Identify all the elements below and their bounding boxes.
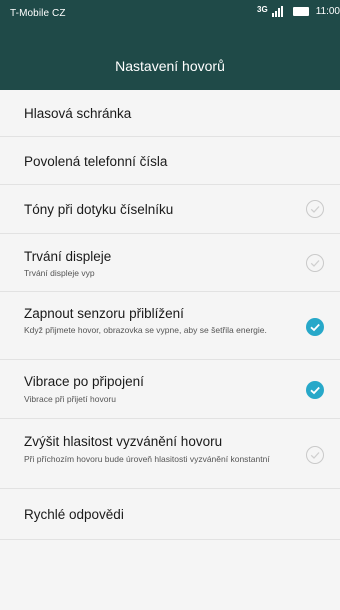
setting-title: Zapnout senzoru přiblížení [24, 306, 184, 321]
checkbox-proximity-sensor[interactable] [306, 318, 324, 336]
setting-vibrate-on-connect[interactable]: Vibrace po připojení Vibrace při přijetí… [0, 360, 340, 419]
setting-quick-responses[interactable]: Rychlé odpovědi [0, 489, 340, 540]
setting-subtitle: Trvání displeje vyp [24, 268, 95, 278]
setting-title: Zvýšit hlasitost vyzvánění hovoru [24, 434, 223, 449]
settings-list: Hlasová schránka Povolená telefonní čísl… [0, 90, 340, 540]
setting-title: Tóny při dotyku číselníku [24, 202, 174, 217]
checkbox-increasing-ringtone[interactable] [306, 446, 324, 464]
signal-icon [271, 6, 283, 17]
app-bar: Nastavení hovorů [0, 26, 340, 90]
setting-voicemail[interactable]: Hlasová schránka [0, 90, 340, 137]
setting-subtitle: Když přijmete hovor, obrazovka se vypne,… [24, 325, 267, 335]
checkbox-dialpad-tones[interactable] [306, 200, 324, 218]
battery-icon [292, 7, 309, 16]
setting-subtitle: Vibrace při přijetí hovoru [24, 394, 116, 404]
call-settings-screen: T-Mobile CZ 3G 11:00 Nastavení hovorů Hl… [0, 0, 340, 610]
checkbox-vibrate-on-connect[interactable] [306, 381, 324, 399]
check-icon [310, 260, 320, 267]
status-icons: 3G 11:00 [257, 5, 340, 17]
check-icon [310, 386, 320, 395]
check-icon [310, 206, 320, 213]
carrier-name: T-Mobile CZ [10, 8, 66, 19]
setting-proximity-sensor[interactable]: Zapnout senzoru přiblížení Když přijmete… [0, 292, 340, 360]
status-bar: T-Mobile CZ 3G 11:00 [0, 0, 340, 26]
check-icon [310, 452, 320, 459]
check-icon [310, 323, 320, 332]
setting-subtitle: Při příchozím hovoru bude úroveň hlasito… [24, 454, 270, 464]
setting-screen-timeout[interactable]: Trvání displeje Trvání displeje vyp [0, 234, 340, 292]
network-type: 3G [257, 5, 268, 14]
setting-title: Trvání displeje [24, 249, 112, 264]
setting-dialpad-tones[interactable]: Tóny při dotyku číselníku [0, 185, 340, 234]
setting-title: Povolená telefonní čísla [24, 154, 168, 169]
setting-title: Vibrace po připojení [24, 374, 144, 389]
setting-title: Hlasová schránka [24, 106, 132, 121]
setting-increasing-ringtone[interactable]: Zvýšit hlasitost vyzvánění hovoru Při př… [0, 419, 340, 489]
setting-fixed-dialing-numbers[interactable]: Povolená telefonní čísla [0, 137, 340, 185]
clock: 11:00 [315, 6, 340, 17]
page-title: Nastavení hovorů [115, 58, 225, 74]
checkbox-screen-timeout[interactable] [306, 254, 324, 272]
setting-title: Rychlé odpovědi [24, 507, 124, 522]
